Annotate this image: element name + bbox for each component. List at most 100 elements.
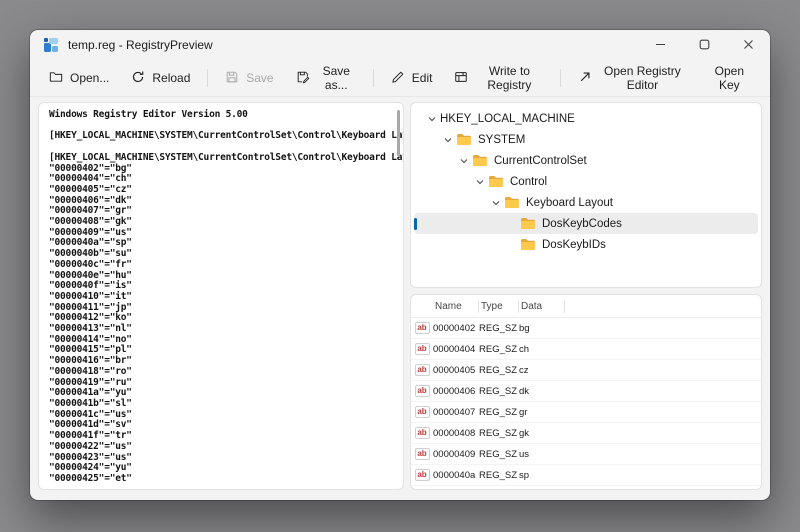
chevron-down-icon[interactable] xyxy=(456,155,472,167)
app-window: temp.reg - RegistryPreview xyxy=(30,30,770,500)
tree-item-system[interactable]: SYSTEM xyxy=(414,129,758,150)
string-value-icon: ab xyxy=(415,427,430,439)
table-row[interactable]: ab 00000405 REG_SZ cz xyxy=(411,360,761,381)
toolbar-separator xyxy=(373,69,374,87)
write-registry-icon xyxy=(454,70,468,87)
window-controls xyxy=(638,30,770,60)
minimize-button[interactable] xyxy=(638,30,682,60)
open-button[interactable]: Open... xyxy=(39,64,119,92)
table-row[interactable]: ab 00000407 REG_SZ gr xyxy=(411,402,761,423)
save-as-button-label: Save as... xyxy=(317,64,356,92)
edit-button[interactable]: Edit xyxy=(381,64,443,92)
string-value-icon: ab xyxy=(415,406,430,418)
tree-item-label: Keyboard Layout xyxy=(526,197,613,209)
open-button-label: Open... xyxy=(70,71,109,85)
open-key-button[interactable]: Open Key xyxy=(698,64,761,92)
tree-item-control[interactable]: Control xyxy=(414,171,758,192)
column-header-data[interactable]: Data xyxy=(519,300,565,313)
cell-type: REG_SZ xyxy=(479,428,519,439)
registry-tree-panel: HKEY_LOCAL_MACHINE SYSTEM CurrentControl… xyxy=(410,102,762,288)
string-value-icon: ab xyxy=(415,448,430,460)
tree-item-doskeybids[interactable]: DosKeybIDs xyxy=(414,234,758,255)
folder-icon xyxy=(520,238,536,251)
grid-header: Name Type Data xyxy=(411,295,761,318)
cell-data: dk xyxy=(519,386,565,397)
tree-item-currentcontrolset[interactable]: CurrentControlSet xyxy=(414,150,758,171)
reload-button-label: Reload xyxy=(152,71,190,85)
app-icon xyxy=(43,37,59,53)
cell-name: 00000409 xyxy=(433,449,479,460)
cell-name: 00000402 xyxy=(433,323,479,334)
cell-type: REG_SZ xyxy=(479,407,519,418)
table-row[interactable]: ab 00000404 REG_SZ ch xyxy=(411,339,761,360)
editor-panel: Windows Registry Editor Version 5.00 [HK… xyxy=(38,102,404,490)
write-to-registry-button[interactable]: Write to Registry xyxy=(444,64,553,92)
tree-item-label: DosKeybCodes xyxy=(542,218,622,230)
chevron-down-icon[interactable] xyxy=(488,197,504,209)
maximize-button[interactable] xyxy=(682,30,726,60)
string-value-icon: ab xyxy=(415,322,430,334)
cell-name: 00000408 xyxy=(433,428,479,439)
tree-item-hkey-local-machine[interactable]: HKEY_LOCAL_MACHINE xyxy=(414,108,758,129)
editor-scrollbar[interactable] xyxy=(397,110,400,156)
cell-name: 0000040a xyxy=(433,470,479,481)
tree-item-doskeybcodes[interactable]: DosKeybCodes xyxy=(414,213,758,234)
cell-data: ch xyxy=(519,344,565,355)
minimize-icon xyxy=(655,38,666,53)
close-button[interactable] xyxy=(726,30,770,60)
open-registry-editor-button[interactable]: Open Registry Editor xyxy=(568,64,696,92)
tree-item-label: Control xyxy=(510,176,547,188)
folder-icon xyxy=(488,175,504,188)
column-header-type[interactable]: Type xyxy=(479,300,519,313)
chevron-down-icon[interactable] xyxy=(440,134,456,146)
cell-data: cz xyxy=(519,365,565,376)
toolbar-separator xyxy=(560,69,561,87)
registry-tree: HKEY_LOCAL_MACHINE SYSTEM CurrentControl… xyxy=(411,103,761,255)
column-header-name[interactable]: Name xyxy=(433,300,479,313)
tree-item-keyboard-layout[interactable]: Keyboard Layout xyxy=(414,192,758,213)
open-icon xyxy=(49,70,63,87)
folder-icon xyxy=(504,196,520,209)
table-row[interactable]: ab 00000409 REG_SZ us xyxy=(411,444,761,465)
string-value-icon: ab xyxy=(415,364,430,376)
edit-icon xyxy=(391,70,405,87)
cell-type: REG_SZ xyxy=(479,449,519,460)
save-as-button[interactable]: Save as... xyxy=(286,64,366,92)
folder-icon xyxy=(456,133,472,146)
cell-data: us xyxy=(519,449,565,460)
chevron-down-icon[interactable] xyxy=(472,176,488,188)
folder-icon xyxy=(520,217,536,230)
cell-type: REG_SZ xyxy=(479,323,519,334)
cell-data: sp xyxy=(519,470,565,481)
window-title: temp.reg - RegistryPreview xyxy=(68,38,213,52)
table-row[interactable]: ab 00000406 REG_SZ dk xyxy=(411,381,761,402)
tree-item-label: SYSTEM xyxy=(478,134,525,146)
open-registry-editor-icon xyxy=(578,70,592,87)
reload-button[interactable]: Reload xyxy=(121,64,200,92)
save-button-label: Save xyxy=(246,71,273,85)
maximize-icon xyxy=(699,38,710,53)
chevron-down-icon[interactable] xyxy=(424,113,440,125)
tree-item-label: DosKeybIDs xyxy=(542,239,606,251)
editor-content[interactable]: Windows Registry Editor Version 5.00 [HK… xyxy=(39,103,403,490)
cell-type: REG_SZ xyxy=(479,344,519,355)
folder-icon xyxy=(472,154,488,167)
open-key-button-label: Open Key xyxy=(708,64,751,92)
table-row[interactable]: ab 00000402 REG_SZ bg xyxy=(411,318,761,339)
values-grid-panel: Name Type Data ab 00000402 REG_SZ bg ab … xyxy=(410,294,762,490)
save-icon xyxy=(225,70,239,87)
table-row[interactable]: ab 0000040a REG_SZ sp xyxy=(411,465,761,486)
cell-data: bg xyxy=(519,323,565,334)
reload-icon xyxy=(131,70,145,87)
string-value-icon: ab xyxy=(415,385,430,397)
string-value-icon: ab xyxy=(415,469,430,481)
table-row[interactable]: ab 00000408 REG_SZ gk xyxy=(411,423,761,444)
tree-item-label: HKEY_LOCAL_MACHINE xyxy=(440,113,575,125)
cell-type: REG_SZ xyxy=(479,386,519,397)
cell-name: 00000405 xyxy=(433,365,479,376)
titlebar: temp.reg - RegistryPreview xyxy=(30,30,770,60)
cell-name: 00000407 xyxy=(433,407,479,418)
cell-name: 00000406 xyxy=(433,386,479,397)
save-button[interactable]: Save xyxy=(215,64,283,92)
cell-type: REG_SZ xyxy=(479,470,519,481)
